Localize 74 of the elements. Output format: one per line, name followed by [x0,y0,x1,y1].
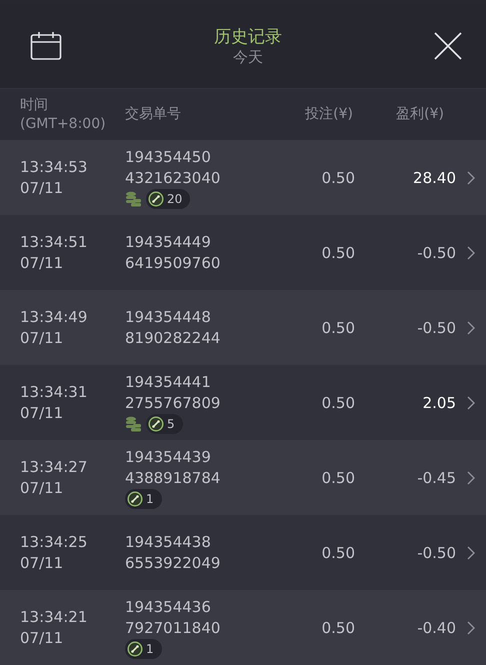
close-button[interactable] [434,32,462,60]
stake-amount: 0.50 [320,168,355,186]
chevron-icon [467,546,475,560]
time-text: 13:34:49 [20,306,88,328]
chevron-icon [467,246,475,260]
date-text: 07/11 [20,552,64,574]
spin-icon [127,490,143,506]
profit-amount: -0.50 [416,544,456,562]
order-number: 6419509760 [125,252,222,274]
column-header: 盈利(¥) [395,105,445,124]
date-filter: 今天 [233,48,263,66]
history-row[interactable]: 13:34:51 07/11 194354449 6419509760 0.50 -0.50 [0,215,486,290]
calendar-icon [30,31,62,61]
chevron-icon [467,396,475,410]
time-text: 13:34:21 [20,606,88,628]
time-text: 13:34:51 [20,232,88,252]
order-number: 194354441 [125,372,212,392]
stake-amount: 0.50 [320,468,355,486]
chevron-icon [467,470,475,484]
chevron-icon [467,170,475,184]
close-icon [434,32,462,60]
date-text: 07/11 [20,402,64,424]
bonus-count: 1 [146,642,154,656]
date-text: 07/11 [20,328,64,348]
profit-amount: -0.50 [416,244,456,262]
calendar-button[interactable] [30,31,62,61]
profit-amount: -0.50 [416,318,456,336]
column-header: 交易单号 [125,105,182,124]
profit-amount: -0.40 [416,618,456,636]
bonus-count: 1 [146,492,154,506]
date-text: 07/11 [20,178,64,198]
history-row[interactable]: 13:34:49 07/11 194354448 8190282244 0.50 -0.50 [0,290,486,365]
stake-amount: 0.50 [320,394,355,412]
order-number: 194354448 [125,306,212,328]
column-header: 投注(¥) [304,105,354,124]
order-number: 194354436 [125,596,212,618]
order-number: 194354450 [125,146,212,168]
order-number: 2755767809 [125,392,222,414]
time-text: 13:34:53 [20,156,88,178]
date-text: 07/11 [20,252,64,274]
profit-amount: 28.40 [412,168,456,186]
stake-amount: 0.50 [320,618,355,636]
bonus-count: 5 [167,416,175,430]
stake-amount: 0.50 [320,318,355,336]
profit-amount: -0.45 [416,468,456,486]
time-text: 13:34:27 [20,456,88,478]
order-number: 4321623040 [125,168,222,188]
order-number: 194354439 [125,446,212,468]
stake-amount: 0.50 [320,244,355,262]
date-text: 07/11 [20,478,64,498]
date-text: 07/11 [20,628,64,648]
bonus-count: 20 [167,192,182,206]
column-header: 时间 (GMT+8:00) [20,96,107,134]
spin-icon [127,640,143,656]
profit-amount: 2.05 [422,394,456,412]
order-number: 194354438 [125,532,212,552]
time-text: 13:34:25 [20,532,88,552]
history-row[interactable]: 13:34:31 07/11 194354441 2755767809 5 0.50 2.05 [0,365,486,440]
spin-icon [148,416,164,432]
history-row[interactable]: 13:34:53 07/11 194354450 4321623040 20 0.50 28.40 [0,140,486,215]
page-title: 历史记录 [214,26,282,48]
order-number: 7927011840 [125,618,222,638]
chevron-icon [467,620,475,634]
time-text: 13:34:31 [20,382,88,402]
history-row[interactable]: 13:34:21 07/11 194354436 7927011840 1 0.50 -0.40 [0,590,486,665]
order-number: 6553922049 [125,552,222,574]
order-number: 4388918784 [125,468,222,488]
order-number: 8190282244 [125,328,222,348]
spin-icon [148,190,164,206]
order-number: 194354449 [125,232,212,252]
history-row[interactable]: 13:34:25 07/11 194354438 6553922049 0.50 -0.50 [0,515,486,590]
chevron-icon [467,320,475,334]
history-row[interactable]: 13:34:27 07/11 194354439 4388918784 1 0.50 -0.45 [0,440,486,515]
stake-amount: 0.50 [320,544,355,562]
